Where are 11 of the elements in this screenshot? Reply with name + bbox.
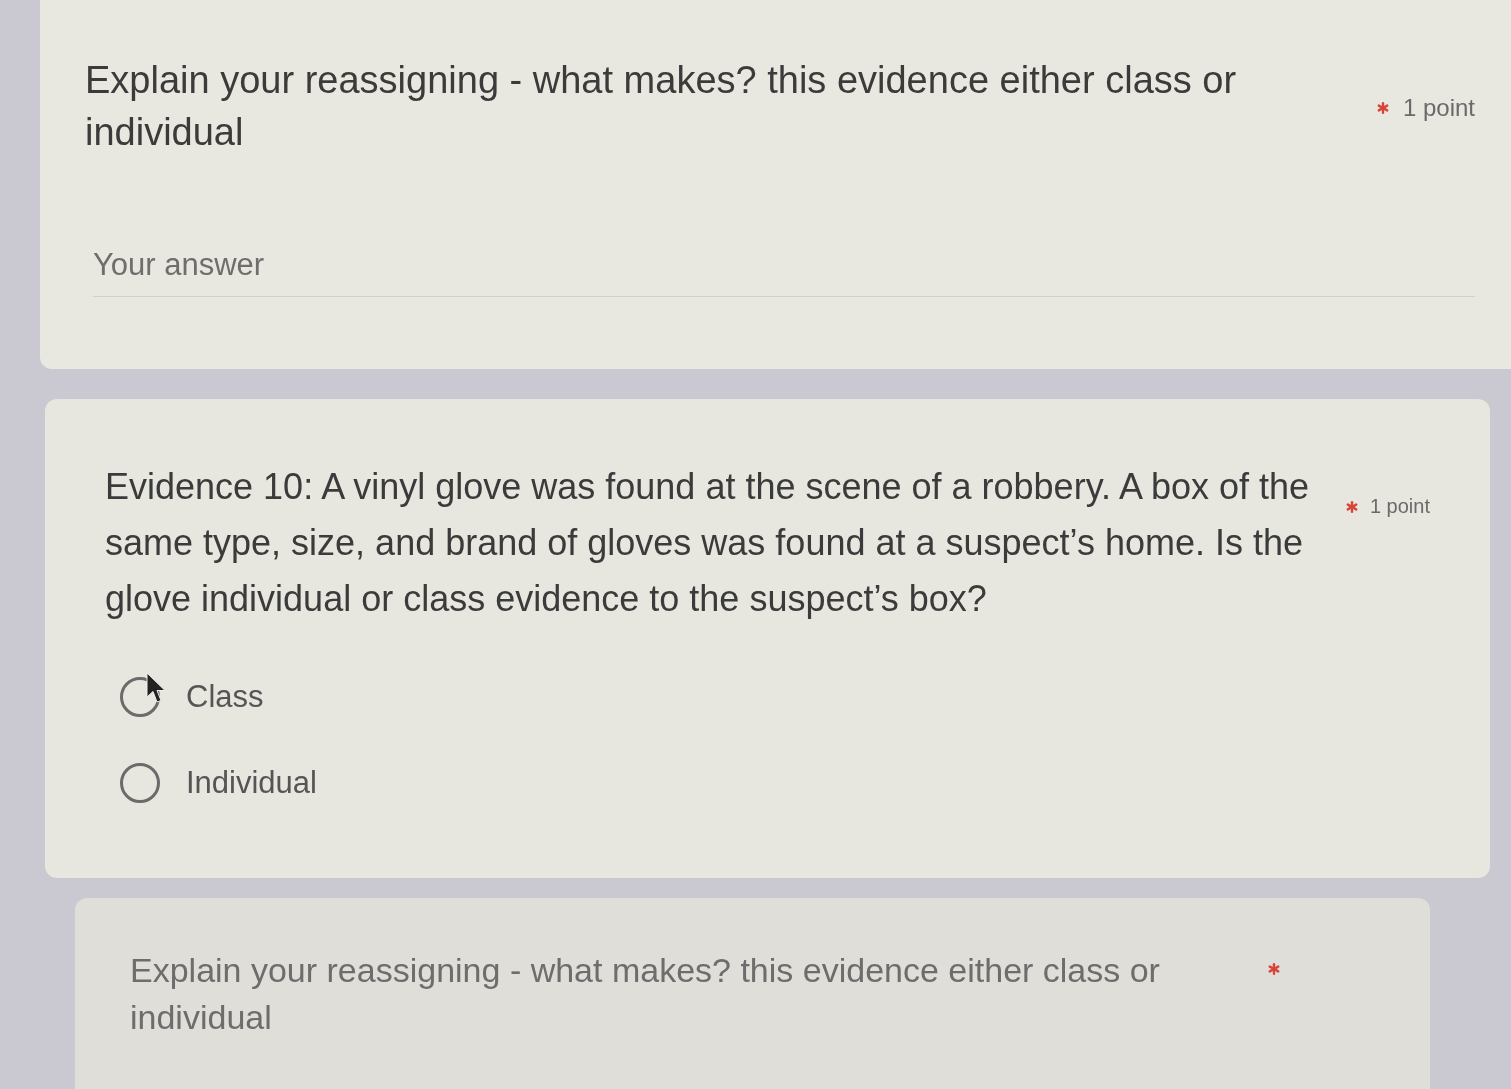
question-title: Explain your reassigning - what makes? this evidence either class or individual — [85, 58, 1238, 155]
question-title: Evidence 10: A vinyl glove was found at the scene of a robbery. A box of the same type, size, and brand of gloves was found at a suspect’s home. Is the glove individual or class evidence to the suspect’s box? — [105, 465, 1311, 621]
option-label: Class — [186, 679, 264, 715]
question-title: Explain your reassigning - what makes? this evidence either class or individual — [130, 950, 1161, 1038]
radio-button[interactable] — [120, 677, 160, 717]
points-label: 1 point — [1402, 94, 1475, 122]
points-label: 1 point — [1369, 495, 1430, 518]
radio-button[interactable] — [120, 763, 160, 803]
option-label: Individual — [186, 765, 317, 801]
answer-field[interactable]: Your answer — [93, 245, 1475, 297]
cursor-icon — [146, 672, 168, 704]
